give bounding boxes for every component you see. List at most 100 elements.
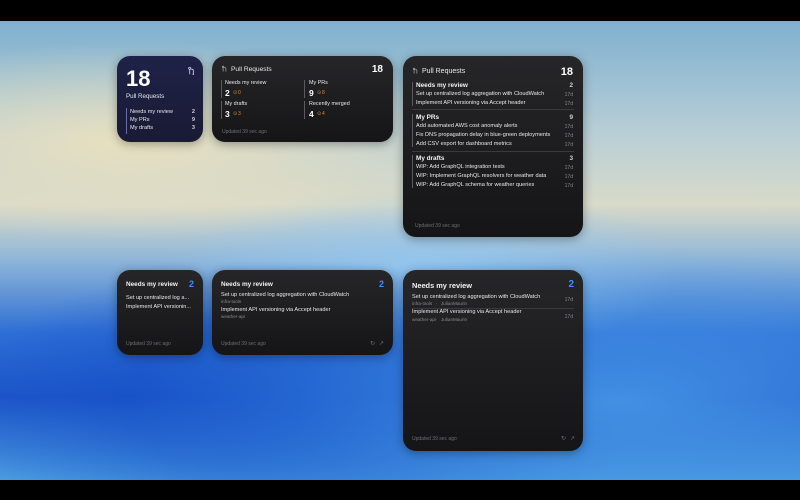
pr-item[interactable]: Add CSV export for dashboard metrics — [416, 141, 561, 147]
pr-age: 17d — [564, 165, 573, 171]
bottom-black-bar — [0, 480, 800, 500]
author-name: JulianMaurin — [441, 317, 468, 322]
pr-item[interactable]: Implement API versioning via Accept head… — [412, 309, 560, 315]
pr-item[interactable]: Set up centralized log aggregation with … — [221, 292, 381, 298]
section-title[interactable]: My PRs — [416, 114, 439, 121]
widget-title: Pull Requests — [126, 93, 165, 100]
grid-cell-warn: 0 — [238, 90, 241, 96]
pr-age: 17d — [564, 174, 573, 180]
grid-cell-count: 3 — [225, 109, 230, 119]
warning-icon: ⊙ — [317, 90, 322, 96]
pr-age: 17d — [564, 124, 573, 130]
section-title[interactable]: My drafts — [416, 155, 444, 162]
widget-title: Needs my review — [412, 281, 472, 290]
pr-item[interactable]: WIP: Implement GraphQL resolvers for wea… — [416, 173, 561, 179]
pull-request-icon — [221, 65, 228, 73]
row-indicator-bar — [126, 108, 128, 134]
top-black-bar — [0, 0, 800, 21]
total-count: 18 — [126, 66, 151, 91]
repo-name: weather-api — [412, 317, 437, 322]
grid-cell-warn: 3 — [238, 111, 241, 117]
pr-item[interactable]: WIP: Add GraphQL schema for weather quer… — [416, 182, 561, 188]
repo-name: infra-tools — [412, 301, 433, 306]
section-count: 3 — [569, 155, 573, 162]
pr-item[interactable]: Set up centralized log a... — [126, 295, 196, 301]
author-name: JulianMaurin — [441, 301, 468, 306]
updated-footer: Updated 39 sec ago — [126, 341, 171, 347]
cell-indicator-bar — [221, 101, 223, 119]
open-external-icon[interactable]: ↗ — [570, 435, 575, 442]
pr-age: 17d — [564, 92, 573, 98]
cell-indicator-bar — [304, 80, 306, 98]
pr-age: 17d — [564, 183, 573, 189]
cell-indicator-bar — [304, 101, 306, 119]
pr-age: 17d — [564, 133, 573, 139]
widget-small-review[interactable]: Needs my review 2 Set up centralized log… — [117, 270, 203, 355]
summary-row-label[interactable]: My PRs — [130, 117, 186, 123]
meta-dot: · — [436, 301, 438, 306]
section-title[interactable]: Needs my review — [416, 82, 468, 89]
grid-cell-label[interactable]: Recently merged — [309, 101, 379, 107]
grid-cell-count: 2 — [225, 88, 230, 98]
pr-age: 17d — [564, 142, 573, 148]
pr-item[interactable]: WIP: Add GraphQL integration tests — [416, 164, 561, 170]
grid-cell-warn: 8 — [322, 90, 325, 96]
pr-item[interactable]: Add automated AWS cost anomaly alerts — [416, 123, 561, 129]
summary-row-count: 3 — [191, 125, 195, 131]
meta-dot: · — [436, 317, 438, 322]
section-separator — [412, 109, 574, 110]
widget-medium-review[interactable]: Needs my review 2 Set up centralized log… — [212, 270, 393, 355]
review-count: 2 — [568, 279, 574, 290]
updated-footer: Updated 39 sec ago — [412, 436, 457, 442]
review-count: 2 — [188, 279, 194, 289]
widget-title: Pull Requests — [231, 66, 272, 73]
summary-row-count: 9 — [191, 117, 195, 123]
updated-footer: Updated 39 sec ago — [222, 129, 267, 135]
refresh-icon[interactable]: ↻ — [370, 340, 375, 347]
grid-cell-count: 9 — [309, 88, 314, 98]
updated-footer: Updated 39 sec ago — [415, 223, 460, 229]
updated-footer: Updated 39 sec ago — [221, 341, 266, 347]
pull-request-icon — [187, 66, 196, 76]
grid-cell-label[interactable]: My drafts — [225, 101, 295, 107]
pr-item[interactable]: Implement API versioning via Accept head… — [416, 100, 561, 106]
grid-cell-label[interactable]: My PRs — [309, 80, 379, 86]
cell-indicator-bar — [221, 80, 223, 98]
pr-item[interactable]: Set up centralized log aggregation with … — [412, 294, 560, 300]
repo-name: infra-tools — [221, 299, 242, 304]
pr-age: 17d — [564, 314, 573, 320]
section-count: 9 — [569, 114, 573, 121]
summary-row-label[interactable]: Needs my review — [130, 109, 186, 115]
grid-cell-label[interactable]: Needs my review — [225, 80, 295, 86]
total-count: 18 — [560, 66, 573, 78]
refresh-icon[interactable]: ↻ — [561, 435, 566, 442]
widget-title: Pull Requests — [422, 68, 466, 75]
pr-item[interactable]: Fix DNS propagation delay in blue-green … — [416, 132, 561, 138]
widget-large-list[interactable]: Pull Requests 18 Needs my review 2 Set u… — [403, 56, 583, 237]
summary-row-label[interactable]: My drafts — [130, 125, 186, 131]
warning-icon: ⊙ — [317, 111, 322, 117]
warning-icon: ⊙ — [233, 90, 238, 96]
pr-item[interactable]: Implement API versionin... — [126, 304, 196, 310]
open-external-icon[interactable]: ↗ — [379, 340, 384, 347]
review-count: 2 — [378, 279, 384, 289]
widget-medium-grid[interactable]: Pull Requests 18 Needs my review 2 ⊙ 0 M… — [212, 56, 393, 142]
widget-title: Needs my review — [221, 281, 273, 288]
section-count: 2 — [569, 82, 573, 89]
grid-cell-warn: 4 — [322, 111, 325, 117]
section-indicator-bar — [412, 82, 414, 106]
pr-item[interactable]: Set up centralized log aggregation with … — [416, 91, 561, 97]
widget-title: Needs my review — [126, 281, 178, 288]
section-indicator-bar — [412, 155, 414, 188]
pr-item[interactable]: Implement API versioning via Accept head… — [221, 307, 381, 313]
widget-small-summary[interactable]: 18 Pull Requests Needs my review 2 My PR… — [117, 56, 203, 142]
section-separator — [412, 151, 574, 152]
warning-icon: ⊙ — [233, 111, 238, 117]
section-indicator-bar — [412, 114, 414, 147]
grid-cell-count: 4 — [309, 109, 314, 119]
pull-request-icon — [412, 67, 419, 75]
repo-name: weather-api — [221, 314, 246, 319]
summary-row-count: 2 — [191, 109, 195, 115]
total-count: 18 — [371, 64, 383, 75]
widget-large-review[interactable]: Needs my review 2 Set up centralized log… — [403, 270, 583, 451]
